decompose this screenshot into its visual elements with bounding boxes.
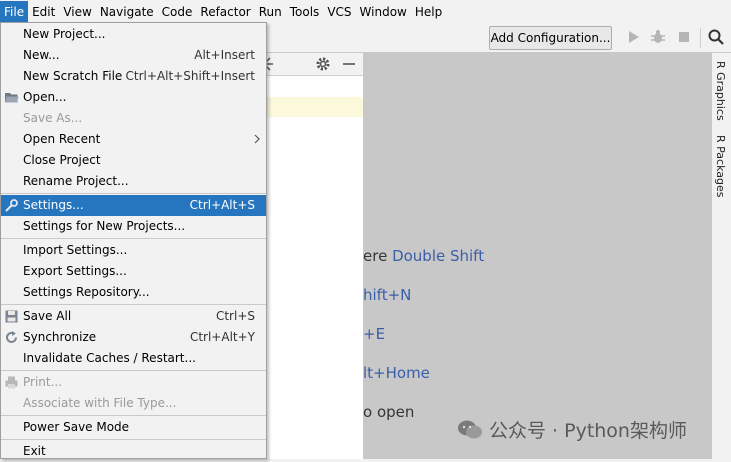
printer-icon: [5, 376, 18, 389]
menu-separator: [1, 304, 266, 305]
drop-files-hint: o open: [363, 403, 415, 421]
navigation-bar-hint: lt+Home: [363, 364, 430, 382]
wechat-icon: [458, 420, 482, 438]
file-menu-dropdown: New Project... New... Alt+Insert New Scra…: [0, 22, 267, 459]
menu-item-rename-project[interactable]: Rename Project...: [1, 171, 266, 192]
menu-run[interactable]: Run: [255, 1, 286, 23]
menu-separator: [1, 238, 266, 239]
menu-navigate[interactable]: Navigate: [96, 1, 158, 23]
menu-item-open-recent[interactable]: Open Recent: [1, 129, 266, 150]
r-packages-tab[interactable]: R Packages: [714, 135, 727, 197]
save-icon: [5, 310, 18, 323]
menu-separator: [1, 415, 266, 416]
menu-separator: [1, 370, 266, 371]
wrench-icon: [5, 199, 18, 212]
menu-item-new[interactable]: New... Alt+Insert: [1, 45, 266, 66]
folder-icon: [5, 93, 19, 103]
menu-item-new-scratch-file[interactable]: New Scratch File Ctrl+Alt+Shift+Insert: [1, 66, 266, 87]
menu-item-synchronize[interactable]: Synchronize Ctrl+Alt+Y: [1, 327, 266, 348]
menu-item-power-save-mode[interactable]: Power Save Mode: [1, 417, 266, 438]
refresh-icon: [6, 331, 17, 343]
run-icon[interactable]: [624, 28, 642, 46]
menu-item-save-as[interactable]: Save As...: [1, 108, 266, 129]
menu-bar: File Edit View Navigate Code Refactor Ru…: [0, 0, 731, 24]
menu-separator: [1, 193, 266, 194]
watermark-text: 公众号 · Python架构师: [489, 420, 687, 442]
menu-window[interactable]: Window: [356, 1, 411, 23]
watermark: 公众号 · Python架构师: [457, 416, 687, 443]
menu-item-save-all[interactable]: Save All Ctrl+S: [1, 306, 266, 327]
project-tool-header: [255, 53, 363, 76]
r-graphics-tab[interactable]: R Graphics: [714, 61, 727, 121]
toolbar-divider: [700, 28, 701, 48]
stop-icon[interactable]: [675, 28, 693, 46]
menu-separator: [1, 439, 266, 440]
chevron-right-icon: [254, 134, 260, 144]
menu-item-export-settings[interactable]: Export Settings...: [1, 261, 266, 282]
menu-item-import-settings[interactable]: Import Settings...: [1, 240, 266, 261]
editor-empty-area: ere Double Shift hift+N +E lt+Home o ope…: [363, 53, 711, 459]
hide-icon[interactable]: [341, 56, 357, 72]
menu-item-open[interactable]: Open...: [1, 87, 266, 108]
add-configuration-button[interactable]: Add Configuration...: [489, 26, 612, 50]
gear-icon[interactable]: [315, 56, 331, 72]
menu-item-settings-repository[interactable]: Settings Repository...: [1, 282, 266, 303]
recent-files-hint: +E: [363, 325, 386, 343]
goto-file-hint: hift+N: [363, 286, 412, 304]
menu-item-print[interactable]: Print...: [1, 372, 266, 393]
menu-edit[interactable]: Edit: [28, 1, 59, 23]
menu-refactor[interactable]: Refactor: [196, 1, 254, 23]
menu-file[interactable]: File: [0, 1, 29, 23]
menu-item-settings[interactable]: Settings... Ctrl+Alt+S: [1, 195, 266, 216]
project-selected-row[interactable]: [255, 97, 363, 117]
search-everywhere-hint: ere Double Shift: [363, 247, 485, 265]
menu-item-invalidate-caches[interactable]: Invalidate Caches / Restart...: [1, 348, 266, 369]
menu-tools[interactable]: Tools: [286, 1, 324, 23]
menu-item-new-project[interactable]: New Project...: [1, 24, 266, 45]
debug-icon[interactable]: [649, 28, 667, 46]
menu-vcs[interactable]: VCS: [323, 1, 355, 23]
project-tree[interactable]: [255, 76, 363, 459]
right-tool-strip: R Graphics R Packages: [711, 53, 731, 459]
menu-help[interactable]: Help: [411, 1, 446, 23]
menu-view[interactable]: View: [59, 1, 95, 23]
menu-item-close-project[interactable]: Close Project: [1, 150, 266, 171]
menu-item-associate-file-type[interactable]: Associate with File Type...: [1, 393, 266, 414]
menu-code[interactable]: Code: [158, 1, 197, 23]
search-icon[interactable]: [707, 28, 725, 46]
menu-item-settings-new-projects[interactable]: Settings for New Projects...: [1, 216, 266, 237]
